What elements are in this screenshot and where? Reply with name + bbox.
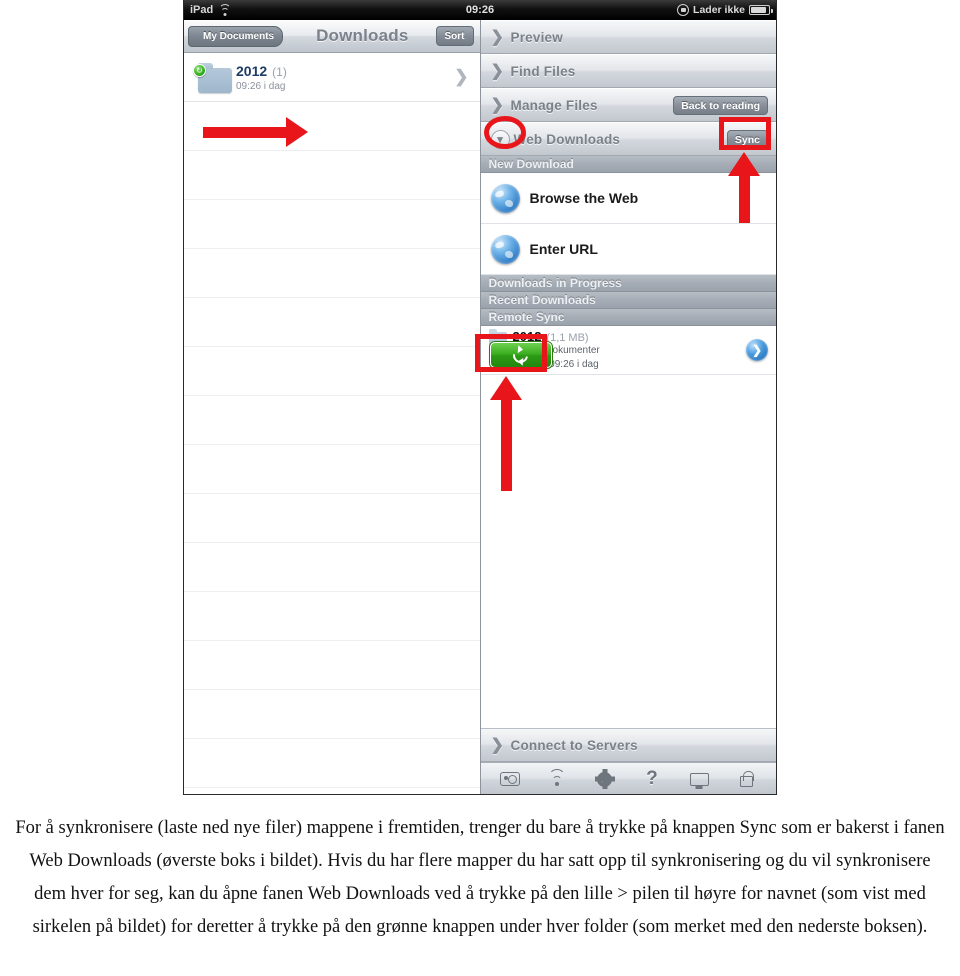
- chevron-right-circle-icon[interactable]: ❯: [746, 339, 768, 361]
- split-view: My Documents Downloads Sort ↻ 2012 (1) 0…: [184, 20, 776, 794]
- page-root: iPad 09:26 Lader ikke My Documents Downl…: [0, 0, 960, 976]
- help-icon[interactable]: ?: [635, 767, 669, 791]
- list-item[interactable]: [184, 445, 480, 494]
- list-item[interactable]: [184, 494, 480, 543]
- left-pane-navbar: My Documents Downloads Sort: [184, 20, 480, 53]
- accordion-row-web-downloads[interactable]: ▾ Web Downloads Sync: [480, 122, 776, 156]
- chevron-right-icon: ❯: [490, 29, 504, 46]
- battery-icon: [749, 5, 773, 15]
- battery-status-label: Lader ikke: [693, 4, 745, 16]
- page-title: Downloads: [316, 26, 409, 45]
- ipad-screenshot: iPad 09:26 Lader ikke My Documents Downl…: [183, 0, 777, 795]
- list-item[interactable]: [184, 298, 480, 347]
- section-header-remote-sync: Remote Sync: [480, 309, 776, 326]
- accordion-label: Find Files: [510, 63, 576, 79]
- accordion-label: Manage Files: [510, 97, 598, 113]
- sort-button[interactable]: Sort: [435, 26, 474, 46]
- caption-text: For å synkronisere (laste ned nye filer)…: [15, 818, 945, 937]
- option-label: Browse the Web: [529, 190, 639, 206]
- chevron-right-icon: ❯: [490, 63, 504, 80]
- list-item[interactable]: [184, 151, 480, 200]
- list-item-count: (1): [272, 64, 287, 79]
- globe-icon: [490, 183, 520, 213]
- list-item[interactable]: [184, 592, 480, 641]
- section-header-new-download: New Download: [480, 156, 776, 173]
- chevron-right-icon: ❯: [490, 737, 504, 754]
- green-sync-button[interactable]: [489, 342, 552, 368]
- list-item-subtitle: 09:26 i dag: [236, 80, 286, 92]
- chevron-down-icon[interactable]: ▾: [490, 129, 510, 149]
- camera-icon[interactable]: [493, 767, 527, 791]
- accordion-row-connect-to-servers[interactable]: ❯ Connect to Servers: [480, 728, 776, 762]
- file-list: ↻ 2012 (1) 09:26 i dag ❯: [184, 53, 480, 788]
- list-item[interactable]: ↻ 2012 (1) 09:26 i dag ❯: [184, 53, 480, 102]
- list-item[interactable]: [184, 249, 480, 298]
- gear-icon[interactable]: [588, 767, 622, 791]
- rotation-lock-icon: [677, 4, 690, 16]
- sync-button[interactable]: Sync: [726, 130, 768, 149]
- chevron-right-icon: ❯: [490, 97, 504, 114]
- left-pane-file-browser: My Documents Downloads Sort ↻ 2012 (1) 0…: [184, 20, 481, 794]
- option-label: Enter URL: [529, 241, 598, 257]
- option-row-browse-the-web[interactable]: Browse the Web: [480, 173, 776, 224]
- accordion-row-preview[interactable]: ❯ Preview: [480, 20, 776, 54]
- list-item[interactable]: [184, 347, 480, 396]
- back-button-label: My Documents: [203, 30, 275, 42]
- accordion-label: Preview: [510, 29, 563, 45]
- remote-sync-list-item[interactable]: 2012 (1,1 MB) P: Saksdokumenter st sync:…: [480, 326, 776, 375]
- back-button[interactable]: My Documents: [188, 25, 284, 47]
- lock-icon[interactable]: [729, 767, 763, 791]
- sort-button-label: Sort: [444, 30, 465, 42]
- list-item-name: 2012: [236, 62, 268, 79]
- accordion-row-find-files[interactable]: ❯ Find Files: [480, 54, 776, 88]
- list-item-meta: 2012 (1) 09:26 i dag: [236, 63, 454, 92]
- list-item[interactable]: [184, 641, 480, 690]
- status-bar-right: Lader ikke: [677, 4, 773, 16]
- accordion-row-manage-files[interactable]: ❯ Manage Files Back to reading: [480, 88, 776, 122]
- list-item[interactable]: [184, 739, 480, 788]
- bottom-toolbar: ?: [480, 762, 776, 794]
- sync-badge-icon: ↻: [193, 64, 206, 77]
- status-bar: iPad 09:26 Lader ikke: [184, 0, 776, 20]
- list-item[interactable]: [184, 690, 480, 739]
- right-pane-sidebar: ❯ Preview ❯ Find Files ❯ Manage Files Ba…: [480, 20, 776, 794]
- list-item[interactable]: [184, 396, 480, 445]
- back-to-reading-button[interactable]: Back to reading: [673, 96, 768, 115]
- remote-sync-size: (1,1 MB): [546, 332, 589, 344]
- monitor-icon[interactable]: [682, 767, 716, 791]
- globe-icon: [490, 234, 520, 264]
- accordion-label: Connect to Servers: [510, 737, 638, 753]
- list-item[interactable]: [184, 200, 480, 249]
- right-pane-filler: [480, 375, 776, 728]
- section-header-recent-downloads: Recent Downloads: [480, 292, 776, 309]
- section-header-downloads-in-progress: Downloads in Progress: [480, 275, 776, 292]
- list-item-title-line: 2012 (1): [236, 63, 454, 79]
- refresh-icon: [510, 344, 531, 366]
- option-row-enter-url[interactable]: Enter URL: [480, 224, 776, 275]
- accordion-label: Web Downloads: [513, 131, 621, 147]
- chevron-right-icon[interactable]: ❯: [454, 67, 471, 87]
- wifi-icon[interactable]: [540, 767, 574, 791]
- folder-icon-wrap: ↻: [192, 60, 236, 94]
- list-item[interactable]: [184, 102, 480, 151]
- list-item[interactable]: [184, 543, 480, 592]
